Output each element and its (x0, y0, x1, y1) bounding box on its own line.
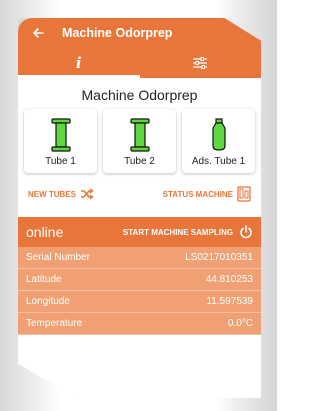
tab-settings[interactable] (140, 48, 262, 78)
info-value: 11.597539 (206, 296, 253, 307)
tube-label: Tube 2 (124, 156, 155, 167)
info-label: Latitude (26, 274, 62, 285)
ads-tube-card-1[interactable]: Ads. Tube 1 (182, 109, 255, 173)
status-machine-icon (237, 186, 251, 202)
tab-indicator (18, 75, 140, 78)
machine-name: Machine Odorprep (81, 87, 198, 103)
new-tubes-label: NEW TUBES (28, 189, 76, 199)
tube-label: Ads. Tube 1 (191, 156, 246, 167)
info-row-longitude: Longitude 11.597539 (18, 291, 261, 313)
app-bar: Machine Odorprep (18, 18, 261, 48)
status-bar: online START MACHINE SAMPLING (18, 217, 261, 247)
status-machine-button[interactable]: STATUS MACHINE (163, 186, 251, 202)
tube-icon (129, 118, 150, 152)
info-label: Temperature (26, 318, 83, 329)
shuffle-icon (81, 188, 94, 200)
machine-status: online (26, 224, 64, 240)
info-row-serial: Serial Number LS0217010351 (18, 247, 261, 269)
tube-cards: Tube 1 Tube 2 Ads. Tube 1 (18, 109, 261, 173)
info-icon: i (75, 54, 82, 72)
adsorbent-tube-icon (211, 118, 226, 151)
action-row: NEW TUBES STATUS MACHINE (18, 177, 261, 211)
info-row-temperature: Temperature 0.0°C (18, 313, 261, 335)
tube-card-2[interactable]: Tube 2 (103, 109, 176, 173)
tab-bar: i (18, 48, 261, 78)
start-sampling-label: START MACHINE SAMPLING (122, 227, 233, 237)
status-machine-label: STATUS MACHINE (162, 189, 233, 199)
machine-info: Serial Number LS0217010351 Latitude 44.8… (18, 247, 261, 335)
tab-info[interactable]: i (18, 48, 140, 78)
phone-screen: Machine Odorprep i Machine Odorprep Tube… (18, 18, 261, 398)
tube-icon (50, 118, 71, 152)
tube-card-1[interactable]: Tube 1 (24, 109, 97, 173)
info-value: 44.810253 (205, 274, 253, 285)
new-tubes-button[interactable]: NEW TUBES (28, 188, 94, 200)
info-value: LS0217010351 (185, 252, 253, 263)
info-label: Longitude (26, 296, 70, 307)
tube-label: Tube 1 (45, 156, 76, 167)
start-sampling-button[interactable]: START MACHINE SAMPLING (123, 225, 253, 239)
info-value: 0.0°C (227, 318, 253, 329)
app-title: Machine Odorprep (62, 26, 173, 40)
settings-sliders-icon (193, 57, 208, 69)
back-arrow-icon (33, 28, 44, 38)
info-label: Serial Number (26, 252, 90, 263)
power-icon (240, 225, 252, 239)
info-row-latitude: Latitude 44.810253 (18, 269, 261, 291)
back-button[interactable] (24, 27, 52, 39)
